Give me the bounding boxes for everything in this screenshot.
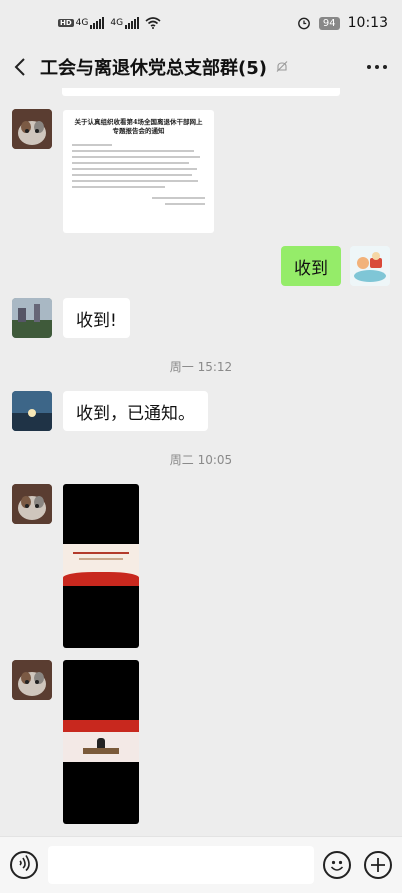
more-options-button[interactable] bbox=[352, 46, 402, 88]
message-bubble[interactable]: 收到，已通知。 bbox=[63, 391, 208, 431]
timestamp: 周一 15:12 bbox=[169, 360, 233, 374]
cat-avatar-image bbox=[12, 484, 52, 524]
video-frame bbox=[63, 544, 139, 586]
cat-avatar-image bbox=[12, 109, 52, 149]
video-message[interactable] bbox=[63, 660, 139, 824]
clock: 10:13 bbox=[347, 15, 388, 31]
cat-avatar-image bbox=[12, 660, 52, 700]
network-indicators: HD 4G 4G bbox=[58, 17, 161, 29]
document-image-message[interactable]: 关于认真组织收看第4场全国离退休干部网上专题报告会的通知 bbox=[63, 110, 214, 233]
timestamp: 周二 10:05 bbox=[169, 453, 233, 467]
battery-icon: 94 bbox=[318, 16, 340, 30]
signal-group-2: 4G bbox=[110, 17, 140, 29]
self-avatar[interactable] bbox=[350, 246, 390, 286]
chat-title: 工会与离退休党总支部群(5) bbox=[40, 58, 267, 79]
avatar[interactable] bbox=[12, 298, 52, 338]
document-title: 关于认真组织收看第4场全国离退休干部网上专题报告会的通知 bbox=[74, 118, 203, 135]
message-bubble[interactable]: 收到! bbox=[63, 298, 130, 338]
message-input[interactable] bbox=[48, 846, 314, 884]
voice-icon bbox=[19, 855, 30, 872]
avatar[interactable] bbox=[12, 660, 52, 700]
back-arrow-icon bbox=[14, 58, 25, 76]
message-list[interactable]: 关于认真组织收看第4场全国离退休干部网上专题报告会的通知 收到 收到! 周一 1… bbox=[0, 88, 402, 836]
network-type-1: 4G bbox=[75, 18, 89, 28]
cartoon-avatar-image bbox=[350, 246, 390, 286]
voice-input-button[interactable] bbox=[10, 851, 38, 879]
avatar[interactable] bbox=[12, 484, 52, 524]
emoji-icon bbox=[330, 860, 344, 871]
message-bubble-self[interactable]: 收到 bbox=[281, 246, 341, 286]
alarm-icon bbox=[298, 17, 310, 30]
more-functions-button[interactable] bbox=[364, 851, 392, 879]
message-text: 收到，已通知。 bbox=[76, 403, 195, 424]
back-button[interactable] bbox=[0, 46, 40, 88]
avatar[interactable] bbox=[12, 391, 52, 431]
signal-icon bbox=[125, 17, 140, 29]
landscape-avatar-image bbox=[12, 298, 52, 338]
video-message[interactable] bbox=[63, 484, 139, 648]
plus-icon bbox=[371, 858, 385, 872]
video-frame bbox=[63, 720, 139, 762]
input-bar bbox=[0, 836, 402, 893]
emoji-button[interactable] bbox=[323, 851, 351, 879]
chat-header: 工会与离退休党总支部群(5) bbox=[0, 46, 402, 88]
hd-icon: HD bbox=[58, 19, 74, 27]
signal-group-1: HD 4G bbox=[58, 17, 105, 29]
wifi-icon bbox=[145, 17, 161, 29]
avatar[interactable] bbox=[12, 109, 52, 149]
status-right: 94 10:13 bbox=[297, 15, 388, 31]
mute-bell-icon bbox=[276, 61, 288, 72]
status-bar: HD 4G 4G 94 10:13 bbox=[0, 0, 402, 46]
sunset-avatar-image bbox=[12, 391, 52, 431]
message-text: 收到 bbox=[294, 258, 328, 279]
signal-icon bbox=[90, 17, 105, 29]
network-type-2: 4G bbox=[110, 18, 124, 28]
message-text: 收到! bbox=[76, 310, 117, 331]
previous-message-fragment bbox=[62, 88, 340, 96]
